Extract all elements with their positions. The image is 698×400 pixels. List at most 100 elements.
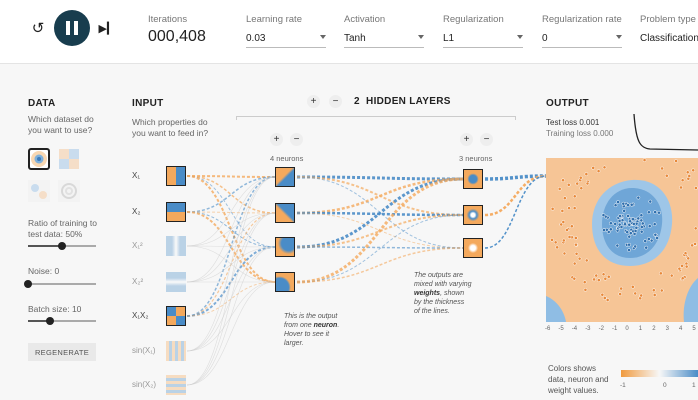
step-icon[interactable]: ▶▎ [99,18,116,38]
weight-link[interactable] [296,177,464,284]
remove-neuron-layer1-button[interactable]: − [290,133,303,146]
slider-knob[interactable] [46,317,55,325]
output-heatmap [546,158,698,322]
weight-link[interactable] [186,246,276,352]
dataset-spiral-thumb[interactable] [58,180,80,202]
weight-link[interactable] [296,214,464,248]
add-layer-button[interactable]: + [307,95,320,108]
add-neuron-layer2-button[interactable]: + [460,133,473,146]
noise-slider[interactable] [24,280,96,288]
weight-link[interactable] [186,175,276,214]
color-legend-text: Colors shows data, neuron and weight value… [548,364,609,395]
weight-link[interactable] [296,176,464,216]
weight-link[interactable] [296,177,464,249]
batch-slider[interactable] [28,317,96,325]
feature-label: X₁X₂ [132,311,149,320]
remove-layer-button[interactable]: − [329,95,342,108]
weight-link[interactable] [186,245,276,283]
weight-link[interactable] [186,211,276,214]
weight-link[interactable] [186,212,276,317]
regenerate-button[interactable]: REGENERATE [28,343,96,361]
training-loss: Training loss 0.000 [546,129,614,138]
problem-type-label: Problem type [640,14,696,25]
weight-link[interactable] [186,176,276,317]
weight-link[interactable] [186,281,276,352]
weight-link[interactable] [186,281,276,386]
slider-knob[interactable] [24,280,32,288]
axis-tick-label: 3 [665,326,669,332]
hidden-neuron-layer2[interactable] [463,238,483,258]
weight-link[interactable] [296,176,464,249]
weight-link[interactable] [296,246,464,249]
feature-node[interactable] [166,202,186,222]
axis-tick-label: 1 [638,326,643,332]
weight-link[interactable] [186,175,276,283]
weight-link[interactable] [186,175,276,178]
hidden-neuron-layer1[interactable] [275,167,295,187]
feature-node[interactable] [166,306,186,326]
weight-link[interactable] [484,175,547,249]
input-heading: INPUT [132,98,164,109]
ratio-slider[interactable] [28,242,96,250]
weight-link[interactable] [484,174,547,181]
feature-node[interactable] [166,341,186,361]
weight-link[interactable] [186,281,276,317]
weight-link[interactable] [186,176,276,247]
weight-link[interactable] [186,212,276,352]
weight-link[interactable] [186,176,276,213]
slider-knob[interactable] [58,242,66,250]
weight-link[interactable] [186,175,276,248]
weight-link[interactable] [186,211,276,283]
weight-link[interactable] [186,212,276,386]
regularization-select[interactable]: L1 [443,32,523,48]
circle-dataset-icon [31,151,47,167]
hidden-layers-bracket [236,116,516,120]
layer1-neuron-count: 4 neurons [270,154,304,163]
hidden-neuron-layer1[interactable] [275,203,295,223]
weight-link[interactable] [484,174,547,217]
problem-type-select[interactable]: Classification [640,32,698,48]
weight-link[interactable] [186,246,276,283]
feature-node[interactable] [166,272,186,292]
weight-link[interactable] [296,175,464,181]
weight-link[interactable] [186,211,276,248]
legend-min: -1 [620,382,626,389]
hidden-neuron-layer1[interactable] [275,272,295,292]
learning-rate-label: Learning rate [246,14,302,25]
legend-mid: 0 [663,382,667,389]
weight-link[interactable] [186,176,276,352]
learning-rate-select[interactable]: 0.03 [246,32,326,48]
axis-tick-label: -6 [545,326,551,332]
hidden-neuron-layer1[interactable] [275,237,295,257]
hidden-neuron-layer2[interactable] [463,169,483,189]
weight-link[interactable] [296,212,464,249]
weights-note: The outputs are mixed with varying weights… [414,272,472,315]
activation-select[interactable]: Tanh [344,32,424,48]
weight-link[interactable] [186,212,276,283]
axis-tick-label: -5 [558,326,564,332]
remove-neuron-layer2-button[interactable]: − [480,133,493,146]
dataset-gauss-thumb[interactable] [28,180,50,202]
feature-node[interactable] [166,166,186,186]
weight-link[interactable] [296,211,464,217]
activation-label: Activation [344,14,386,25]
weight-link[interactable] [186,246,276,386]
axis-tick-label: -2 [598,326,604,332]
weight-link[interactable] [186,176,276,386]
dataset-xor-thumb[interactable] [58,148,80,170]
weight-link[interactable] [296,177,464,215]
weight-link[interactable] [186,246,276,317]
feature-label: X₁ [132,171,141,180]
add-neuron-layer1-button[interactable]: + [270,133,283,146]
reset-icon[interactable]: ↺ [30,18,46,38]
weight-link[interactable] [186,212,276,247]
feature-node[interactable] [166,375,186,395]
weight-link[interactable] [186,245,276,248]
hidden-neuron-layer2[interactable] [463,205,483,225]
pause-button[interactable] [54,10,90,46]
weight-link[interactable] [186,176,276,283]
feature-node[interactable] [166,236,186,256]
regularization-rate-label: Regularization rate [542,14,622,25]
regularization-rate-select[interactable]: 0 [542,32,622,48]
dataset-circle-thumb[interactable] [28,148,50,170]
